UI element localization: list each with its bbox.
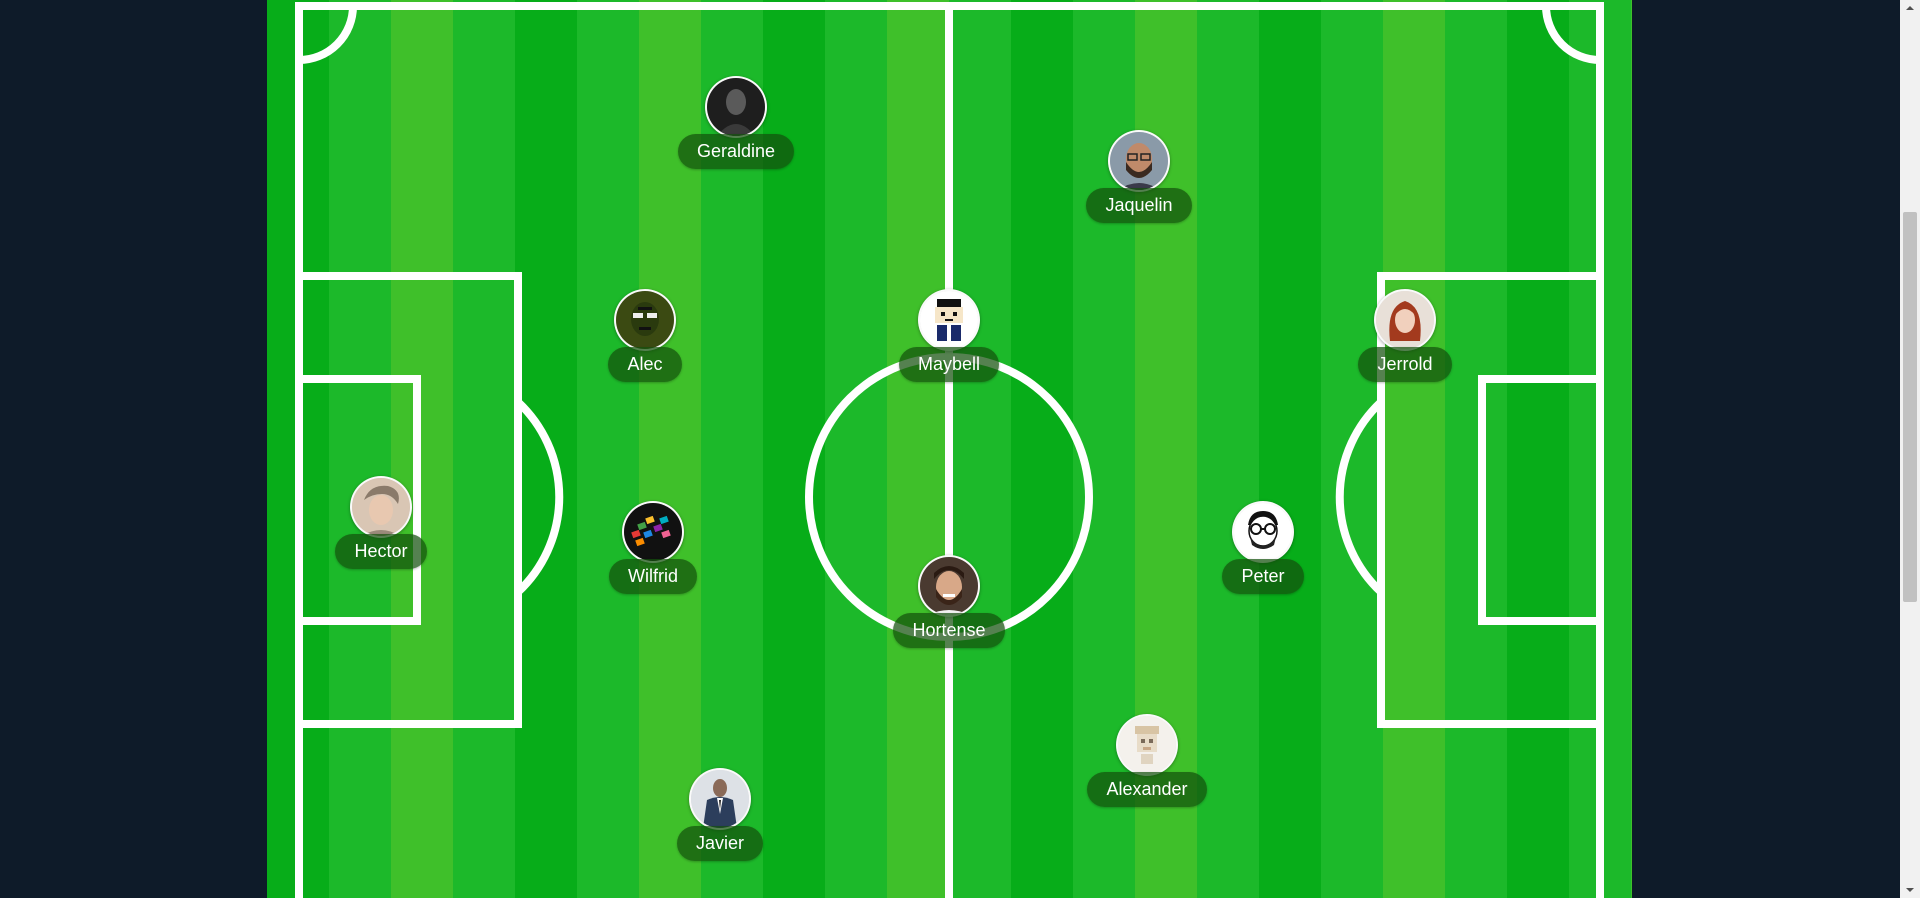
avatar [614,289,676,351]
dark-portrait-icon [707,78,765,136]
player-name: Jaquelin [1086,188,1192,223]
player-name: Wilfrid [609,559,697,594]
player-name: Alec [608,347,682,382]
avatar [350,476,412,538]
player-name: Javier [676,826,763,861]
avatar [1116,714,1178,776]
young-man-icon [352,478,410,536]
player-geraldine[interactable]: Geraldine [666,76,806,169]
player-name: Alexander [1087,772,1207,807]
bearded-man-glasses-icon [1110,132,1168,190]
avatar [918,555,980,617]
player-maybell[interactable]: Maybell [879,289,1019,382]
smiling-bearded-man-icon [920,557,978,615]
player-wilfrid[interactable]: Wilfrid [583,501,723,594]
player-hortense[interactable]: Hortense [879,555,1019,648]
player-name: Hector [335,534,427,569]
scroll-up-arrow-icon[interactable] [1904,2,1916,14]
player-name: Jerrold [1358,347,1452,382]
player-name: Peter [1222,559,1304,594]
scrollbar-thumb[interactable] [1903,212,1917,602]
avatar [689,768,751,830]
football-pitch: Geraldine Jaquelin Alec Maybell Jerrold … [267,0,1632,898]
vertical-scrollbar[interactable] [1900,0,1920,898]
player-alec[interactable]: Alec [575,289,715,382]
pitch-markings [295,2,1604,898]
player-alexander[interactable]: Alexander [1077,714,1217,807]
avatar [1108,130,1170,192]
colorful-blocks-icon [624,503,682,561]
player-hector[interactable]: Hector [311,476,451,569]
pixel-art-character-icon [920,291,978,349]
player-jaquelin[interactable]: Jaquelin [1069,130,1209,223]
player-name: Hortense [893,613,1005,648]
scroll-down-arrow-icon[interactable] [1904,884,1916,896]
avatar [918,289,980,351]
cartoon-glasses-beard-icon [1234,503,1292,561]
player-peter[interactable]: Peter [1193,501,1333,594]
man-in-suit-icon [691,770,749,828]
avatar [705,76,767,138]
avatar [1232,501,1294,563]
player-name: Geraldine [677,134,795,169]
player-javier[interactable]: Javier [650,768,790,861]
avatar [1374,289,1436,351]
pixel-face-icon [1118,716,1176,774]
red-hair-woman-icon [1376,291,1434,349]
avatar [622,501,684,563]
player-jerrold[interactable]: Jerrold [1335,289,1475,382]
cartoon-face-sunglasses-icon [616,291,674,349]
player-name: Maybell [898,347,1000,382]
